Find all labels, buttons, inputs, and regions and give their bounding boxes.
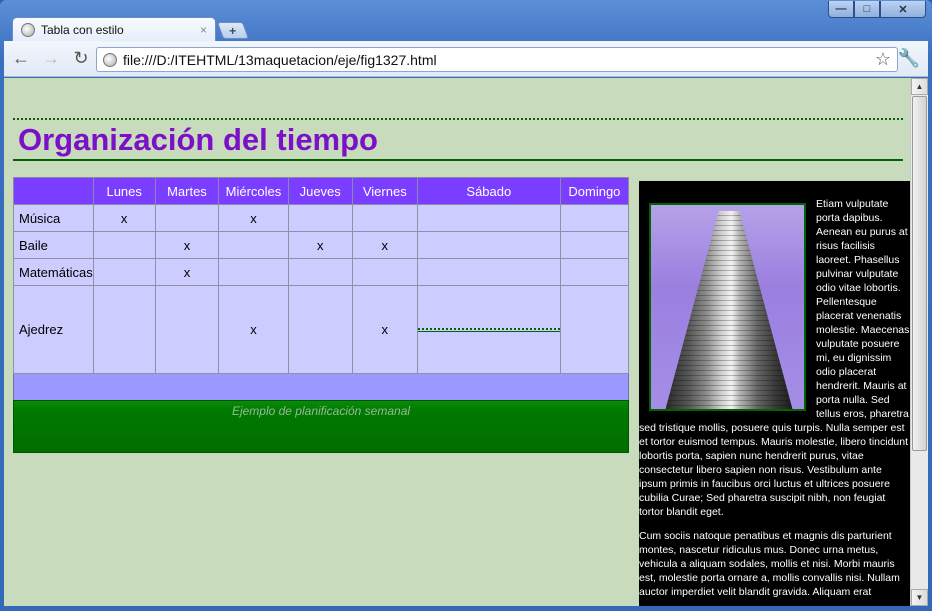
window-controls: — □ ✕ xyxy=(828,1,926,18)
table-cell xyxy=(559,285,630,374)
scroll-down-arrow-icon[interactable]: ▼ xyxy=(911,589,928,606)
table-cell: x xyxy=(287,231,353,259)
table-row: Baile x x x xyxy=(13,231,630,259)
sidebar-panel: Etiam vulputate porta dapibus. Aenean eu… xyxy=(639,181,910,606)
table-cell: x xyxy=(92,204,156,232)
table-cell xyxy=(351,258,418,286)
table-cell xyxy=(218,258,289,286)
table-cell: x xyxy=(351,285,418,374)
table-cell xyxy=(92,258,156,286)
browser-tab[interactable]: Tabla con estilo × xyxy=(12,17,216,41)
table-cell: x xyxy=(351,231,418,259)
table-cell-with-divider xyxy=(416,285,561,374)
maximize-button[interactable]: □ xyxy=(854,1,880,18)
table-cell xyxy=(559,258,630,286)
table-cell xyxy=(218,231,289,259)
table-cell: x xyxy=(154,258,220,286)
row-label: Ajedrez xyxy=(13,285,94,374)
bookmark-star-icon[interactable]: ☆ xyxy=(875,49,891,70)
browser-window: — □ ✕ Tabla con estilo × + ← → ↻ file://… xyxy=(0,0,932,611)
page-header: Organización del tiempo xyxy=(13,118,903,161)
table-row: Matemáticas x xyxy=(13,258,630,286)
tab-close-icon[interactable]: × xyxy=(200,23,207,37)
skyscraper-image xyxy=(649,203,806,411)
header-cell: Miércoles xyxy=(218,177,289,205)
table-cell xyxy=(92,285,156,374)
row-label: Música xyxy=(13,204,94,232)
table-cell xyxy=(351,204,418,232)
table-cell xyxy=(287,258,353,286)
tower-windows xyxy=(665,211,793,409)
table-cell: x xyxy=(154,231,220,259)
browser-toolbar: ← → ↻ file:///D:/ITEHTML/13maquetacion/e… xyxy=(4,41,928,77)
table-cell xyxy=(559,231,630,259)
forward-button[interactable]: → xyxy=(38,46,64,72)
url-text[interactable]: file:///D:/ITEHTML/13maquetacion/eje/fig… xyxy=(123,52,875,68)
table-cell xyxy=(92,231,156,259)
table-row: Ajedrez x x xyxy=(13,285,630,374)
header-cell: Domingo xyxy=(559,177,630,205)
header-cell: Jueves xyxy=(287,177,353,205)
row-label: Baile xyxy=(13,231,94,259)
row-label: Matemáticas xyxy=(13,258,94,286)
globe-icon xyxy=(21,22,35,37)
page-globe-icon xyxy=(103,52,117,67)
new-tab-button[interactable]: + xyxy=(216,22,250,39)
table-cell xyxy=(416,258,561,286)
scroll-up-arrow-icon[interactable]: ▲ xyxy=(911,78,928,95)
table-cell: x xyxy=(218,204,289,232)
table-cell xyxy=(416,204,561,232)
table-row: Música x x xyxy=(13,204,630,232)
table-cell xyxy=(559,204,630,232)
header-cell: Sábado xyxy=(416,177,561,205)
schedule-table: Lunes Martes Miércoles Jueves Viernes Sá… xyxy=(13,177,630,401)
dotted-divider xyxy=(417,327,560,332)
wrench-menu-icon[interactable]: 🔧 xyxy=(898,48,920,69)
reload-button[interactable]: ↻ xyxy=(68,46,94,72)
table-cell xyxy=(416,231,561,259)
page-title: Organización del tiempo xyxy=(18,122,378,157)
address-bar[interactable]: file:///D:/ITEHTML/13maquetacion/eje/fig… xyxy=(96,47,898,72)
table-cell: x xyxy=(218,285,289,374)
table-cell xyxy=(154,204,220,232)
back-button[interactable]: ← xyxy=(8,46,34,72)
header-cell: Viernes xyxy=(351,177,418,205)
sidebar-paragraph-2: Cum sociis natoque penatibus et magnis d… xyxy=(639,530,900,598)
minimize-button[interactable]: — xyxy=(828,1,854,18)
table-footer-cell xyxy=(13,373,629,401)
page-viewport: Organización del tiempo Lunes Martes Mié… xyxy=(4,78,910,606)
table-caption: Ejemplo de planificación semanal xyxy=(13,400,629,453)
header-cell: Martes xyxy=(154,177,220,205)
table-cell xyxy=(287,204,353,232)
table-header-row: Lunes Martes Miércoles Jueves Viernes Sá… xyxy=(13,177,630,205)
tab-strip: Tabla con estilo × + xyxy=(8,17,908,41)
close-window-button[interactable]: ✕ xyxy=(880,1,926,18)
header-cell xyxy=(13,177,94,205)
vertical-scrollbar[interactable]: ▲ ▼ xyxy=(910,78,928,606)
plus-icon: + xyxy=(229,23,237,38)
table-cell xyxy=(287,285,353,374)
table-cell xyxy=(154,285,220,374)
table-footer-row xyxy=(13,373,629,401)
tab-title: Tabla con estilo xyxy=(41,22,124,37)
header-cell: Lunes xyxy=(92,177,156,205)
scroll-thumb[interactable] xyxy=(912,96,927,451)
